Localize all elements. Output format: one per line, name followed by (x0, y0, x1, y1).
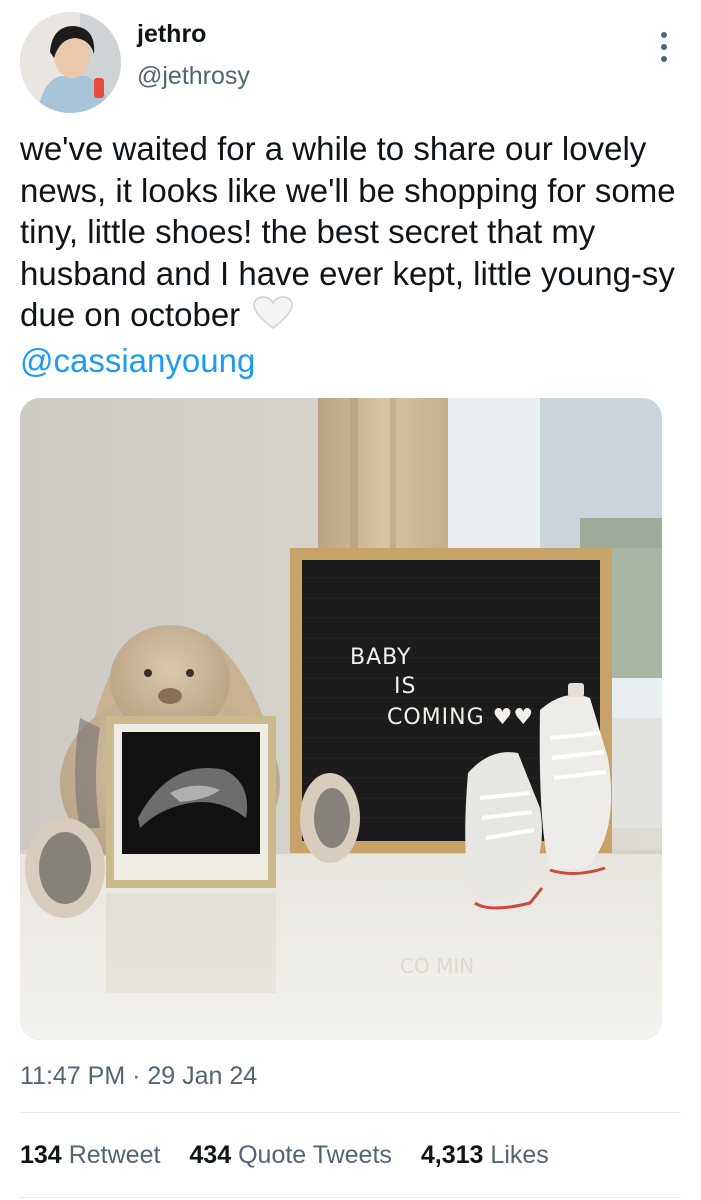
quote-tweet-count[interactable]: 434 Quote Tweets (189, 1141, 392, 1169)
board-reflection: CO MIN (400, 954, 474, 978)
tweet: jethro @jethrosy we've waited for a whil… (0, 0, 701, 1200)
tweet-body: we've waited for a while to share our lo… (20, 130, 676, 333)
more-options-icon[interactable] (657, 32, 671, 62)
white-heart-icon (253, 296, 294, 340)
avatar[interactable] (20, 12, 121, 113)
display-name[interactable]: jethro (137, 20, 206, 49)
board-line-2: IS (394, 674, 416, 699)
board-line-3: COMING ♥♥ (387, 705, 534, 730)
divider (20, 1197, 681, 1198)
user-handle[interactable]: @jethrosy (137, 62, 250, 91)
timestamp[interactable]: 11:47 PM · 29 Jan 24 (20, 1062, 257, 1091)
tweet-text: we've waited for a while to share our lo… (20, 128, 688, 381)
like-count[interactable]: 4,313 Likes (421, 1141, 549, 1169)
mention-link[interactable]: @cassianyoung (20, 342, 255, 379)
divider (20, 1112, 681, 1113)
retweet-count[interactable]: 134 Retweet (20, 1141, 160, 1169)
engagement-stats: 134 Retweet 434 Quote Tweets 4,313 Likes (20, 1141, 571, 1170)
tweet-photo[interactable]: BABY IS COMING ♥♥ CO MIN (20, 398, 662, 1040)
board-line-1: BABY (350, 645, 411, 670)
